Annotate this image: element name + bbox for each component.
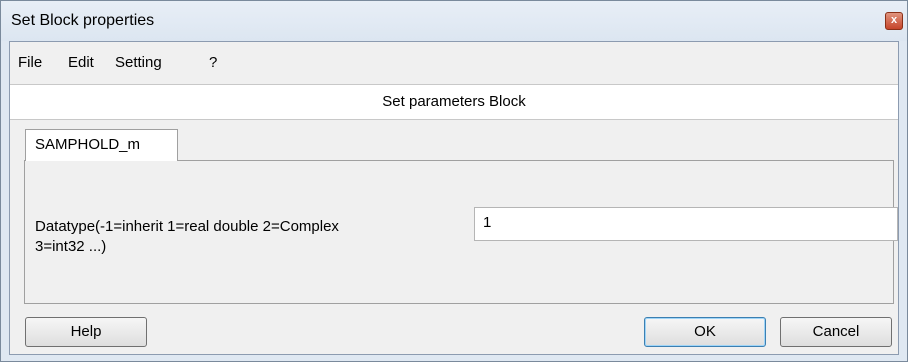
page-title: Set parameters Block — [382, 93, 526, 110]
menu-bar: File Edit Setting ? — [10, 42, 898, 85]
datatype-label-line2: 3=int32 ...) — [35, 238, 107, 255]
ok-button[interactable]: OK — [644, 317, 766, 347]
datatype-input[interactable]: 1 — [474, 207, 898, 241]
title-bar[interactable]: Set Block properties x — [1, 1, 907, 41]
menu-file[interactable]: File — [18, 54, 42, 71]
window-title: Set Block properties — [11, 12, 155, 29]
tab-panel: Datatype(-1=inherit 1=real double 2=Comp… — [24, 160, 898, 304]
tab-label: SAMPHOLD_m — [35, 136, 141, 153]
datatype-label-line1: Datatype(-1=inherit 1=real double 2=Comp… — [35, 218, 339, 235]
dialog-window: Set Block properties x File Edit Setting… — [0, 0, 908, 362]
menu-help-question[interactable]: ? — [209, 54, 217, 71]
header-bar: Set parameters Block — [10, 85, 898, 120]
menu-setting[interactable]: Setting — [115, 54, 162, 71]
cancel-button[interactable]: Cancel — [780, 317, 892, 347]
dialog-client-area: File Edit Setting ? Set parameters Block… — [9, 41, 899, 355]
tab-samphold-m[interactable]: SAMPHOLD_m — [25, 129, 178, 161]
help-button[interactable]: Help — [25, 317, 147, 347]
menu-edit[interactable]: Edit — [68, 54, 94, 71]
close-icon[interactable]: x — [885, 12, 903, 30]
datatype-label: Datatype(-1=inherit 1=real double 2=Comp… — [35, 217, 465, 257]
